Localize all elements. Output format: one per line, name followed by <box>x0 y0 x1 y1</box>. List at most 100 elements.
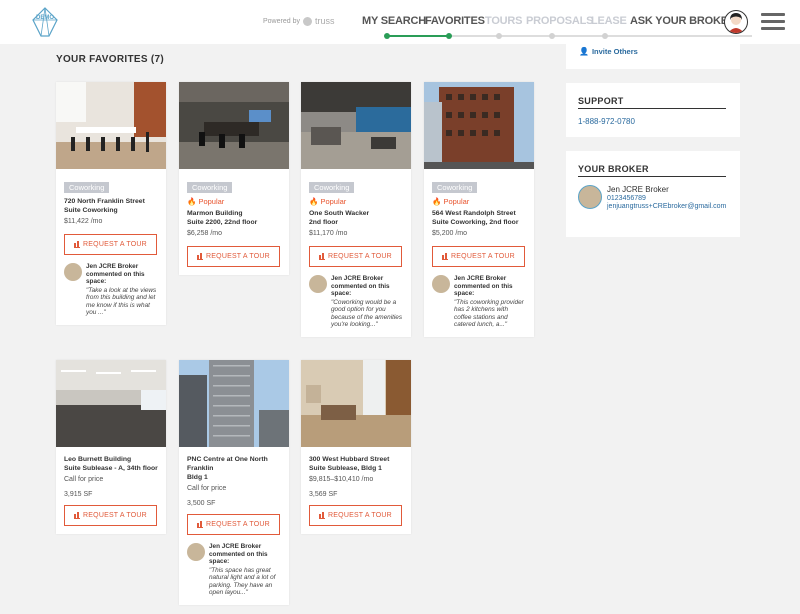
request-tour-button[interactable]: REQUEST A TOUR <box>432 246 525 267</box>
address-line: One South Wacker <box>309 210 370 217</box>
category-tag: Coworking <box>309 182 355 193</box>
divider <box>578 108 726 109</box>
request-tour-label: REQUEST A TOUR <box>451 253 515 260</box>
property-photo[interactable] <box>56 82 166 169</box>
broker-comment: Jen JCRE Broker commented on this space:… <box>432 275 526 337</box>
category-tag: Coworking <box>64 182 110 193</box>
request-tour-label: REQUEST A TOUR <box>83 512 147 519</box>
invite-others-link[interactable]: 👤 Invite Others <box>579 47 638 56</box>
powered-by-brand: truss <box>314 16 335 26</box>
broker-email-link[interactable]: jenjuangtruss+CREbroker@gmail.com <box>607 202 737 211</box>
price: $9,815–$10,410 /mo <box>309 476 374 483</box>
request-tour-button[interactable]: REQUEST A TOUR <box>64 505 157 526</box>
nav-lease[interactable]: LEASE <box>591 15 627 27</box>
broker-comment: Jen JCRE Broker commented on this space:… <box>64 263 158 325</box>
property-card[interactable]: Coworking 🔥 Popular One South Wacker 2nd… <box>301 82 411 337</box>
price: Call for price <box>187 485 227 492</box>
invite-others-label: Invite Others <box>591 47 638 56</box>
building-icon <box>74 240 81 248</box>
property-photo[interactable] <box>179 360 289 447</box>
broker-phone-link[interactable]: 0123456789 <box>607 195 737 202</box>
popular-badge: 🔥 Popular <box>309 197 347 206</box>
broker-avatar <box>432 275 450 293</box>
request-tour-label: REQUEST A TOUR <box>206 253 270 260</box>
suite-line: Suite Sublease - A, 34th floor <box>64 465 158 472</box>
powered-by-label: Powered by <box>263 17 300 25</box>
logo-text: DEMO <box>36 15 54 21</box>
suite-line: Suite Coworking, 2nd floor <box>432 219 519 226</box>
property-card[interactable]: Leo Burnett Building Suite Sublease - A,… <box>56 360 166 534</box>
request-tour-button[interactable]: REQUEST A TOUR <box>64 234 157 255</box>
demo-logo[interactable]: DEMO <box>30 6 60 38</box>
comment-text: "Take a look at the views from this buil… <box>86 286 157 317</box>
support-phone-link[interactable]: 1-888-972-0780 <box>578 117 728 126</box>
menu-icon[interactable] <box>761 13 785 31</box>
property-photo[interactable] <box>424 82 534 169</box>
building-icon <box>319 511 326 519</box>
request-tour-button[interactable]: REQUEST A TOUR <box>309 246 402 267</box>
invite-panel: 👤 Invite Others <box>566 44 740 69</box>
address-line: 300 West Hubbard Street <box>309 456 390 463</box>
suite-line: Suite 2200, 22nd floor <box>187 219 258 226</box>
support-panel: SUPPORT 1-888-972-0780 <box>566 83 740 137</box>
property-card[interactable]: Coworking 🔥 Popular Marmon Building Suit… <box>179 82 289 275</box>
truss-logo-icon <box>302 16 312 26</box>
broker-avatar <box>578 185 602 209</box>
progress-dot-lease <box>602 33 608 39</box>
building-icon <box>319 252 326 260</box>
address-line: Leo Burnett Building <box>64 456 132 463</box>
broker-panel: YOUR BROKER Jen JCRE Broker 0123456789 j… <box>566 151 740 237</box>
property-photo[interactable] <box>56 360 166 447</box>
price: $11,422 /mo <box>64 218 103 225</box>
top-header: DEMO Powered by truss MY SEARCH FAVORITE… <box>0 0 800 44</box>
price: $5,200 /mo <box>432 230 468 237</box>
property-photo[interactable] <box>301 360 411 447</box>
price: Call for price <box>64 476 104 483</box>
popular-label: Popular <box>320 197 347 206</box>
nav-proposals[interactable]: PROPOSALS <box>526 15 593 27</box>
progress-dot-favorites <box>446 33 452 39</box>
suite-line: Suite Sublease, Bldg 1 <box>309 465 382 472</box>
favorites-title: YOUR FAVORITES (7) <box>56 54 165 65</box>
address-line: 720 North Franklin Street <box>64 198 145 205</box>
nav-my-search[interactable]: MY SEARCH <box>362 15 426 27</box>
address-line: Marmon Building <box>187 210 243 217</box>
broker-comment: Jen JCRE Broker commented on this space:… <box>309 275 403 337</box>
progress-dot-my-search <box>384 33 390 39</box>
comment-text: "This space has great natural light and … <box>209 566 276 597</box>
nav-tours[interactable]: TOURS <box>485 15 523 27</box>
request-tour-button[interactable]: REQUEST A TOUR <box>309 505 402 526</box>
square-footage: 3,569 SF <box>309 491 338 498</box>
add-user-icon: 👤 <box>579 47 589 56</box>
request-tour-button[interactable]: REQUEST A TOUR <box>187 246 280 267</box>
progress-dot-proposals <box>549 33 555 39</box>
progress-fill <box>387 35 449 37</box>
building-icon <box>197 520 204 528</box>
progress-dot-tours <box>496 33 502 39</box>
request-tour-button[interactable]: REQUEST A TOUR <box>187 514 280 535</box>
comment-author: Jen JCRE Broker commented on this space: <box>331 275 390 297</box>
popular-badge: 🔥 Popular <box>187 197 225 206</box>
broker-avatar <box>64 263 82 281</box>
comment-author: Jen JCRE Broker commented on this space: <box>454 275 513 297</box>
category-tag: Coworking <box>187 182 233 193</box>
category-tag: Coworking <box>432 182 478 193</box>
request-tour-label: REQUEST A TOUR <box>83 241 147 248</box>
suite-line: Suite Coworking <box>64 207 118 214</box>
property-card[interactable]: PNC Centre at One North Franklin Bldg 1 … <box>179 360 289 605</box>
property-card[interactable]: Coworking 🔥 Popular 564 West Randolph St… <box>424 82 534 337</box>
divider <box>578 176 726 177</box>
nav-ask-your-broker[interactable]: ASK YOUR BROKER <box>630 15 736 27</box>
broker-avatar <box>309 275 327 293</box>
property-card[interactable]: 300 West Hubbard Street Suite Sublease, … <box>301 360 411 534</box>
comment-text: "This coworking provider has 2 kitchens … <box>454 298 524 329</box>
support-title: SUPPORT <box>578 96 624 106</box>
property-card[interactable]: Coworking 720 North Franklin Street Suit… <box>56 82 166 325</box>
request-tour-label: REQUEST A TOUR <box>328 512 392 519</box>
nav-favorites[interactable]: FAVORITES <box>425 15 485 27</box>
property-photo[interactable] <box>301 82 411 169</box>
user-avatar[interactable] <box>724 10 748 34</box>
suite-line: 2nd floor <box>309 219 339 226</box>
price: $11,170 /mo <box>309 230 348 237</box>
property-photo[interactable] <box>179 82 289 169</box>
